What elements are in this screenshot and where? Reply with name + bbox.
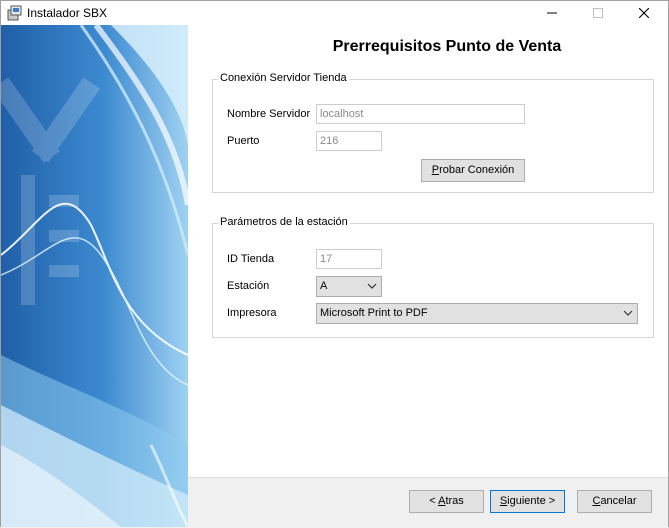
test-connection-label: robar Conexión <box>439 164 515 176</box>
title-bar[interactable]: Instalador SBX <box>1 1 668 25</box>
wizard-banner-graphic <box>1 25 188 527</box>
station-label: Estación <box>227 280 270 292</box>
installer-window: Instalador SBX Prerrequisitos Punto de V… <box>0 0 669 528</box>
back-button-prefix: < <box>429 495 439 507</box>
printer-select[interactable]: Microsoft Print to PDF <box>316 303 638 324</box>
cancel-button-label: ancelar <box>600 495 637 507</box>
station-select-value: A <box>320 280 328 292</box>
back-button-label: tras <box>445 495 464 507</box>
page-title: Prerrequisitos Punto de Venta <box>332 38 562 55</box>
next-button[interactable]: Siguiente > <box>490 490 565 513</box>
server-name-label: Nombre Servidor <box>227 108 311 120</box>
back-button[interactable]: < Atras <box>409 490 484 513</box>
test-connection-button[interactable]: Probar Conexión <box>421 159 525 182</box>
port-label: Puerto <box>227 135 260 147</box>
server-connection-legend: Conexión Servidor Tienda <box>218 72 349 84</box>
minimize-icon <box>547 12 557 14</box>
maximize-button[interactable] <box>575 1 621 25</box>
test-connection-access-key: P <box>431 164 440 176</box>
chevron-down-icon <box>623 310 633 316</box>
window-title: Instalador SBX <box>27 6 108 20</box>
wizard-footer: < Atras Siguiente > Cancelar <box>188 477 668 528</box>
station-parameters-group: Parámetros de la estación ID Tienda 17 E… <box>212 216 654 338</box>
cancel-button[interactable]: Cancelar <box>577 490 652 513</box>
minimize-button[interactable] <box>529 1 575 25</box>
server-name-input[interactable]: localhost <box>316 104 525 124</box>
port-input[interactable]: 216 <box>316 131 382 151</box>
close-button[interactable] <box>621 1 667 25</box>
maximize-icon <box>593 8 603 18</box>
store-id-label: ID Tienda <box>227 253 275 265</box>
wizard-banner-image <box>1 25 188 527</box>
printer-label: Impresora <box>227 307 277 319</box>
close-icon <box>639 8 649 18</box>
server-connection-group: Conexión Servidor Tienda Nombre Servidor… <box>212 72 654 193</box>
printer-select-value: Microsoft Print to PDF <box>320 307 428 319</box>
station-parameters-legend: Parámetros de la estación <box>218 216 350 228</box>
chevron-down-icon <box>367 283 377 289</box>
installer-app-icon <box>7 5 22 21</box>
next-button-label: iguiente > <box>507 495 556 507</box>
station-select[interactable]: A <box>316 276 382 297</box>
wizard-content: Prerrequisitos Punto de Venta Conexión S… <box>188 25 668 477</box>
store-id-input[interactable]: 17 <box>316 249 382 269</box>
